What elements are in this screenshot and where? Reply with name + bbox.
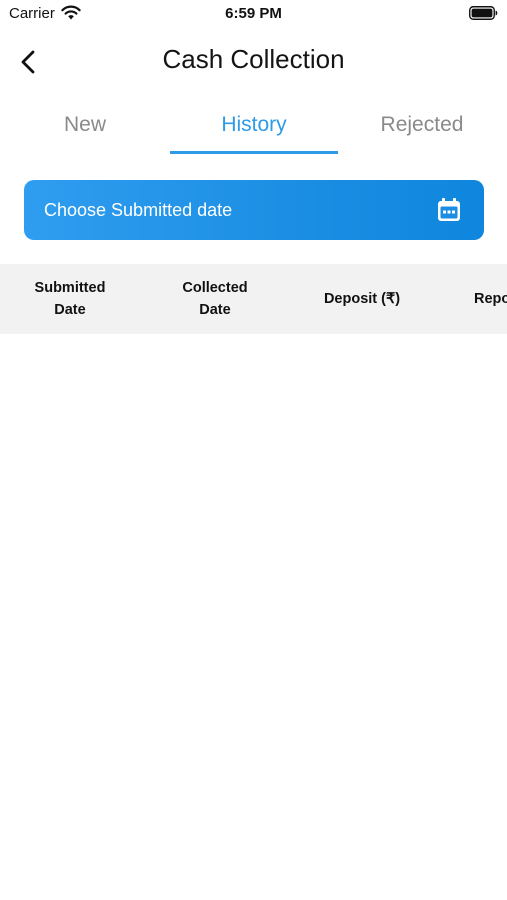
- submitted-date-picker[interactable]: Choose Submitted date: [24, 180, 484, 240]
- cash-collection-screen: Carrier 6:59 PM Cash Collection New Hist…: [0, 0, 507, 900]
- column-report[interactable]: Report: [474, 264, 507, 334]
- app-header: Cash Collection: [0, 36, 507, 86]
- table-header: Submitted Date Collected Date Deposit (₹…: [0, 264, 507, 334]
- active-tab-indicator: [170, 151, 338, 154]
- tab-history-label: History: [221, 113, 287, 136]
- status-bar: Carrier 6:59 PM: [0, 0, 507, 28]
- page-title: Cash Collection: [162, 44, 345, 74]
- column-collected-date[interactable]: Collected Date: [145, 264, 285, 334]
- calendar-icon: [438, 198, 460, 221]
- status-time: 6:59 PM: [225, 5, 282, 22]
- column-deposit[interactable]: Deposit (₹): [292, 264, 432, 334]
- tab-new[interactable]: New: [1, 100, 169, 156]
- tab-rejected[interactable]: Rejected: [338, 100, 506, 156]
- tab-bar: New History Rejected: [0, 100, 507, 156]
- tab-history[interactable]: History: [170, 100, 338, 156]
- column-submitted-date[interactable]: Submitted Date: [0, 264, 140, 334]
- battery-icon: [469, 6, 498, 20]
- date-picker-placeholder: Choose Submitted date: [44, 200, 233, 220]
- history-table-body: [0, 334, 507, 900]
